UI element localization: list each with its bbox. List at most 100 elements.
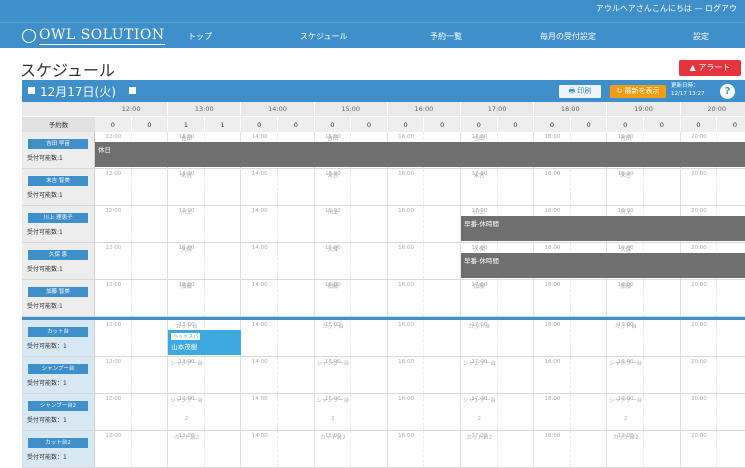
time-slot[interactable] bbox=[644, 280, 681, 316]
time-slot[interactable] bbox=[132, 280, 169, 316]
nav-reservations[interactable]: 予約一覧 bbox=[430, 31, 462, 42]
slot-owner-label: 末吉 bbox=[620, 173, 632, 179]
row-label: 加藤 智美 受付可能数:1 bbox=[22, 280, 95, 316]
time-slot[interactable] bbox=[424, 243, 461, 279]
slot-time-label: 18:00 bbox=[544, 171, 561, 177]
time-slot[interactable] bbox=[205, 394, 242, 430]
refresh-button[interactable]: ↻ 最新を表示 bbox=[610, 85, 666, 98]
time-slot[interactable] bbox=[278, 169, 315, 205]
staff-name[interactable]: 末吉 智美 bbox=[28, 176, 88, 186]
time-slot[interactable] bbox=[717, 431, 745, 467]
time-slot[interactable] bbox=[278, 206, 315, 242]
appointment-block[interactable]: ヘッドスパ 山本茂樹 bbox=[168, 330, 242, 355]
time-slot[interactable] bbox=[205, 169, 242, 205]
time-slot[interactable] bbox=[571, 431, 608, 467]
app-logo[interactable]: OWL SOLUTION bbox=[22, 27, 165, 45]
time-slot[interactable] bbox=[205, 431, 242, 467]
time-slot[interactable] bbox=[717, 394, 745, 430]
greeting-text: アウルヘアさんこんにちは — ログアウ bbox=[595, 4, 737, 13]
staff-name[interactable]: 加藤 智美 bbox=[28, 287, 88, 297]
staff-name[interactable]: 久保 恵 bbox=[28, 250, 88, 260]
slot-owner-label: カット台 bbox=[614, 324, 637, 330]
time-slot[interactable] bbox=[351, 394, 388, 430]
time-slot[interactable] bbox=[205, 280, 242, 316]
time-slot[interactable] bbox=[351, 243, 388, 279]
nav-settings[interactable]: 設定 bbox=[693, 31, 709, 42]
time-slot[interactable] bbox=[132, 431, 169, 467]
slot-owner-label: シャンプー台 bbox=[316, 398, 350, 404]
time-slot[interactable] bbox=[571, 394, 608, 430]
time-slot[interactable] bbox=[498, 357, 535, 393]
print-button[interactable]: 🖶 印刷 bbox=[559, 85, 601, 98]
resource-name[interactable]: カット台2 bbox=[28, 438, 88, 448]
prev-day-icon[interactable] bbox=[28, 87, 35, 94]
time-slot[interactable] bbox=[498, 320, 535, 356]
time-slot[interactable] bbox=[424, 320, 461, 356]
time-slot[interactable] bbox=[644, 169, 681, 205]
logo-text: OWL SOLUTION bbox=[39, 27, 165, 45]
staff-row: 川上 理恵子 受付可能数:1 12:00 13:00 川上 14:00 15:00 川上 16:… bbox=[22, 206, 745, 243]
time-slot[interactable] bbox=[351, 280, 388, 316]
reservation-count: 1 bbox=[204, 116, 242, 132]
alert-button[interactable]: ▲ アラート bbox=[679, 60, 741, 76]
time-slot[interactable] bbox=[205, 243, 242, 279]
nav-monthly-settings[interactable]: 毎月の受付設定 bbox=[540, 31, 596, 42]
time-slot[interactable] bbox=[498, 431, 535, 467]
time-slot[interactable] bbox=[717, 169, 745, 205]
time-slot[interactable] bbox=[424, 280, 461, 316]
blocked-time[interactable]: 早番-休時間 bbox=[461, 253, 745, 278]
resource-name[interactable]: シャンプー台2 bbox=[28, 401, 88, 411]
time-slot[interactable] bbox=[278, 243, 315, 279]
resource-name[interactable]: シャンプー台 bbox=[28, 364, 88, 374]
time-slot[interactable] bbox=[644, 431, 681, 467]
time-slot[interactable] bbox=[278, 280, 315, 316]
time-slot[interactable] bbox=[498, 394, 535, 430]
time-slot[interactable] bbox=[424, 206, 461, 242]
nav-top[interactable]: トップ bbox=[188, 31, 212, 42]
time-slot[interactable] bbox=[278, 394, 315, 430]
resource-name[interactable]: カット台 bbox=[28, 327, 88, 337]
slot-owner-label: カット台2 bbox=[320, 435, 346, 441]
blocked-time[interactable]: 早番-休時間 bbox=[461, 216, 745, 241]
reservation-count: 0 bbox=[534, 116, 571, 132]
staff-name[interactable]: 吉田 早苗 bbox=[28, 139, 88, 149]
time-slot[interactable] bbox=[351, 431, 388, 467]
time-slot[interactable] bbox=[351, 320, 388, 356]
time-slot[interactable] bbox=[351, 169, 388, 205]
time-slot[interactable] bbox=[132, 243, 169, 279]
time-slot[interactable] bbox=[498, 169, 535, 205]
time-slot[interactable] bbox=[278, 320, 315, 356]
time-slot[interactable] bbox=[132, 357, 169, 393]
time-slot[interactable] bbox=[498, 280, 535, 316]
time-slot[interactable] bbox=[644, 357, 681, 393]
blocked-time[interactable]: 休日 bbox=[95, 142, 745, 167]
time-slot[interactable] bbox=[571, 320, 608, 356]
time-slot[interactable] bbox=[424, 431, 461, 467]
time-slot[interactable] bbox=[717, 357, 745, 393]
time-slot[interactable] bbox=[132, 206, 169, 242]
time-slot[interactable] bbox=[132, 169, 169, 205]
time-slot[interactable] bbox=[278, 357, 315, 393]
time-slot[interactable] bbox=[132, 394, 169, 430]
time-slot[interactable] bbox=[424, 357, 461, 393]
time-slot[interactable] bbox=[571, 169, 608, 205]
next-day-icon[interactable] bbox=[129, 87, 136, 94]
time-slot[interactable] bbox=[278, 431, 315, 467]
time-slot[interactable] bbox=[571, 357, 608, 393]
time-slot[interactable] bbox=[205, 206, 242, 242]
staff-name[interactable]: 川上 理恵子 bbox=[28, 213, 88, 223]
time-slot[interactable] bbox=[132, 320, 169, 356]
time-slot[interactable] bbox=[205, 357, 242, 393]
help-icon[interactable]: ? bbox=[720, 84, 735, 99]
time-slot[interactable] bbox=[571, 280, 608, 316]
time-slot[interactable] bbox=[644, 394, 681, 430]
time-slot[interactable] bbox=[351, 357, 388, 393]
time-slot[interactable] bbox=[717, 280, 745, 316]
time-slot[interactable] bbox=[717, 320, 745, 356]
nav-schedule[interactable]: スケジュール bbox=[300, 31, 347, 42]
time-slot[interactable] bbox=[424, 394, 461, 430]
slot-time-label: 18:00 bbox=[544, 245, 561, 251]
time-slot[interactable] bbox=[644, 320, 681, 356]
time-slot[interactable] bbox=[424, 169, 461, 205]
time-slot[interactable] bbox=[351, 206, 388, 242]
